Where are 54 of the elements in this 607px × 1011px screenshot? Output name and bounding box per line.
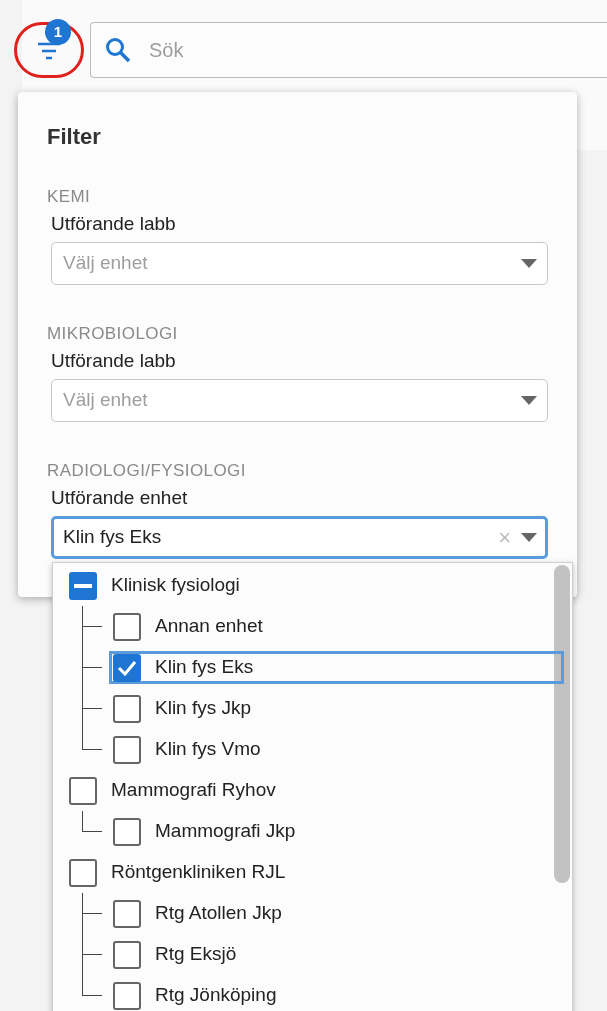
search-field[interactable]: Sök (90, 22, 607, 78)
section-heading: MIKROBIOLOGI (47, 323, 179, 345)
caret-icon (521, 396, 537, 405)
checkbox[interactable] (69, 571, 97, 600)
section-heading: RADIOLOGI/FYSIOLOGI (47, 460, 247, 482)
checkbox[interactable] (69, 776, 97, 805)
selected-value: Klin fys Eks (63, 525, 163, 550)
select-placeholder: Välj enhet (63, 251, 149, 276)
option-label: Annan enhet (155, 614, 263, 639)
tree-option[interactable]: Mammografi Jkp (109, 815, 564, 848)
tree-option[interactable]: Rtg Eksjö (109, 938, 564, 971)
option-label: Mammografi Ryhov (111, 778, 276, 803)
checkmark-icon (117, 659, 137, 676)
field-label: Utförande labb (50, 349, 177, 373)
caret-icon (521, 259, 537, 268)
tree-option[interactable]: Klin fys Eks (109, 651, 564, 684)
tree-option[interactable]: Rtg Jönköping (109, 979, 564, 1011)
checkbox[interactable] (113, 940, 141, 969)
filter-button[interactable]: 1 (14, 22, 84, 78)
tree-option[interactable]: Rtg Atollen Jkp (109, 897, 564, 930)
scrollbar[interactable] (554, 565, 570, 883)
tree-option[interactable]: Klin fys Vmo (109, 733, 564, 766)
tree-option[interactable]: Mammografi Ryhov (67, 770, 552, 811)
option-label: Röntgenkliniken RJL (111, 860, 286, 885)
tree-option[interactable]: Klinisk fysiologi (67, 565, 552, 606)
option-label: Rtg Jönköping (155, 983, 277, 1008)
panel-title: Filter (47, 123, 102, 150)
checkbox[interactable] (113, 899, 141, 928)
field-label: Utförande enhet (50, 486, 189, 510)
select-placeholder: Välj enhet (63, 388, 149, 413)
checkbox[interactable] (113, 694, 141, 723)
checkbox[interactable] (113, 653, 141, 682)
search-icon (105, 37, 131, 63)
option-label: Klin fys Vmo (155, 737, 261, 762)
checkbox[interactable] (113, 817, 141, 846)
section-heading: KEMI (47, 186, 92, 208)
minus-icon (74, 583, 92, 588)
checkbox[interactable] (113, 735, 141, 764)
option-label: Klin fys Eks (155, 655, 254, 680)
tree-option[interactable]: Annan enhet (109, 610, 564, 643)
field-label: Utförande labb (50, 212, 177, 236)
option-label: Klinisk fysiologi (111, 573, 240, 598)
tree-option[interactable]: Röntgenkliniken RJL (67, 852, 552, 893)
tree-option[interactable]: Klin fys Jkp (109, 692, 564, 725)
search-input[interactable]: Sök (149, 35, 449, 65)
checkbox[interactable] (113, 981, 141, 1010)
checkbox[interactable] (69, 858, 97, 887)
option-label: Rtg Atollen Jkp (155, 901, 282, 926)
option-label: Rtg Eksjö (155, 942, 237, 967)
select-field[interactable]: Klin fys Eks × (51, 516, 548, 559)
caret-icon (521, 533, 537, 542)
option-label: Klin fys Jkp (155, 696, 252, 721)
checkbox[interactable] (113, 612, 141, 641)
option-label: Mammografi Jkp (155, 819, 296, 844)
